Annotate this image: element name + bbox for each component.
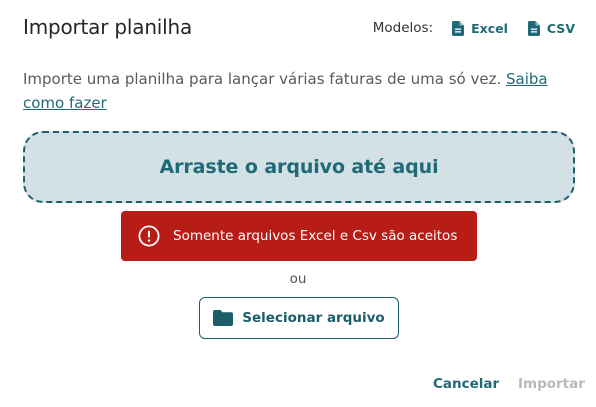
folder-icon bbox=[213, 310, 234, 326]
alert-circle-icon bbox=[138, 225, 160, 247]
intro-text: Importe uma planilha para lançar várias … bbox=[23, 70, 506, 88]
templates-label: Modelos: bbox=[372, 20, 434, 36]
file-icon bbox=[452, 20, 465, 36]
file-icon bbox=[527, 20, 540, 36]
select-file-label: Selecionar arquivo bbox=[242, 310, 385, 326]
templates-group: Modelos: Excel CSV bbox=[373, 17, 575, 39]
error-alert: Somente arquivos Excel e Csv são aceitos bbox=[121, 211, 477, 261]
intro-paragraph: Importe uma planilha para lançar várias … bbox=[23, 67, 578, 115]
import-button[interactable]: Importar bbox=[518, 376, 585, 396]
cancel-button[interactable]: Cancelar bbox=[433, 376, 499, 396]
excel-template-link[interactable]: Excel bbox=[452, 20, 508, 36]
csv-template-link[interactable]: CSV bbox=[527, 20, 575, 36]
dropzone-text: Arraste o arquivo até aqui bbox=[159, 156, 439, 178]
file-dropzone[interactable]: Arraste o arquivo até aqui bbox=[23, 131, 575, 203]
csv-template-label: CSV bbox=[546, 20, 575, 36]
or-separator: ou bbox=[289, 271, 307, 287]
dialog-title: Importar planilha bbox=[23, 15, 193, 39]
error-message: Somente arquivos Excel e Csv são aceitos bbox=[173, 228, 458, 244]
excel-template-label: Excel bbox=[471, 20, 508, 36]
select-file-button[interactable]: Selecionar arquivo bbox=[199, 297, 399, 339]
